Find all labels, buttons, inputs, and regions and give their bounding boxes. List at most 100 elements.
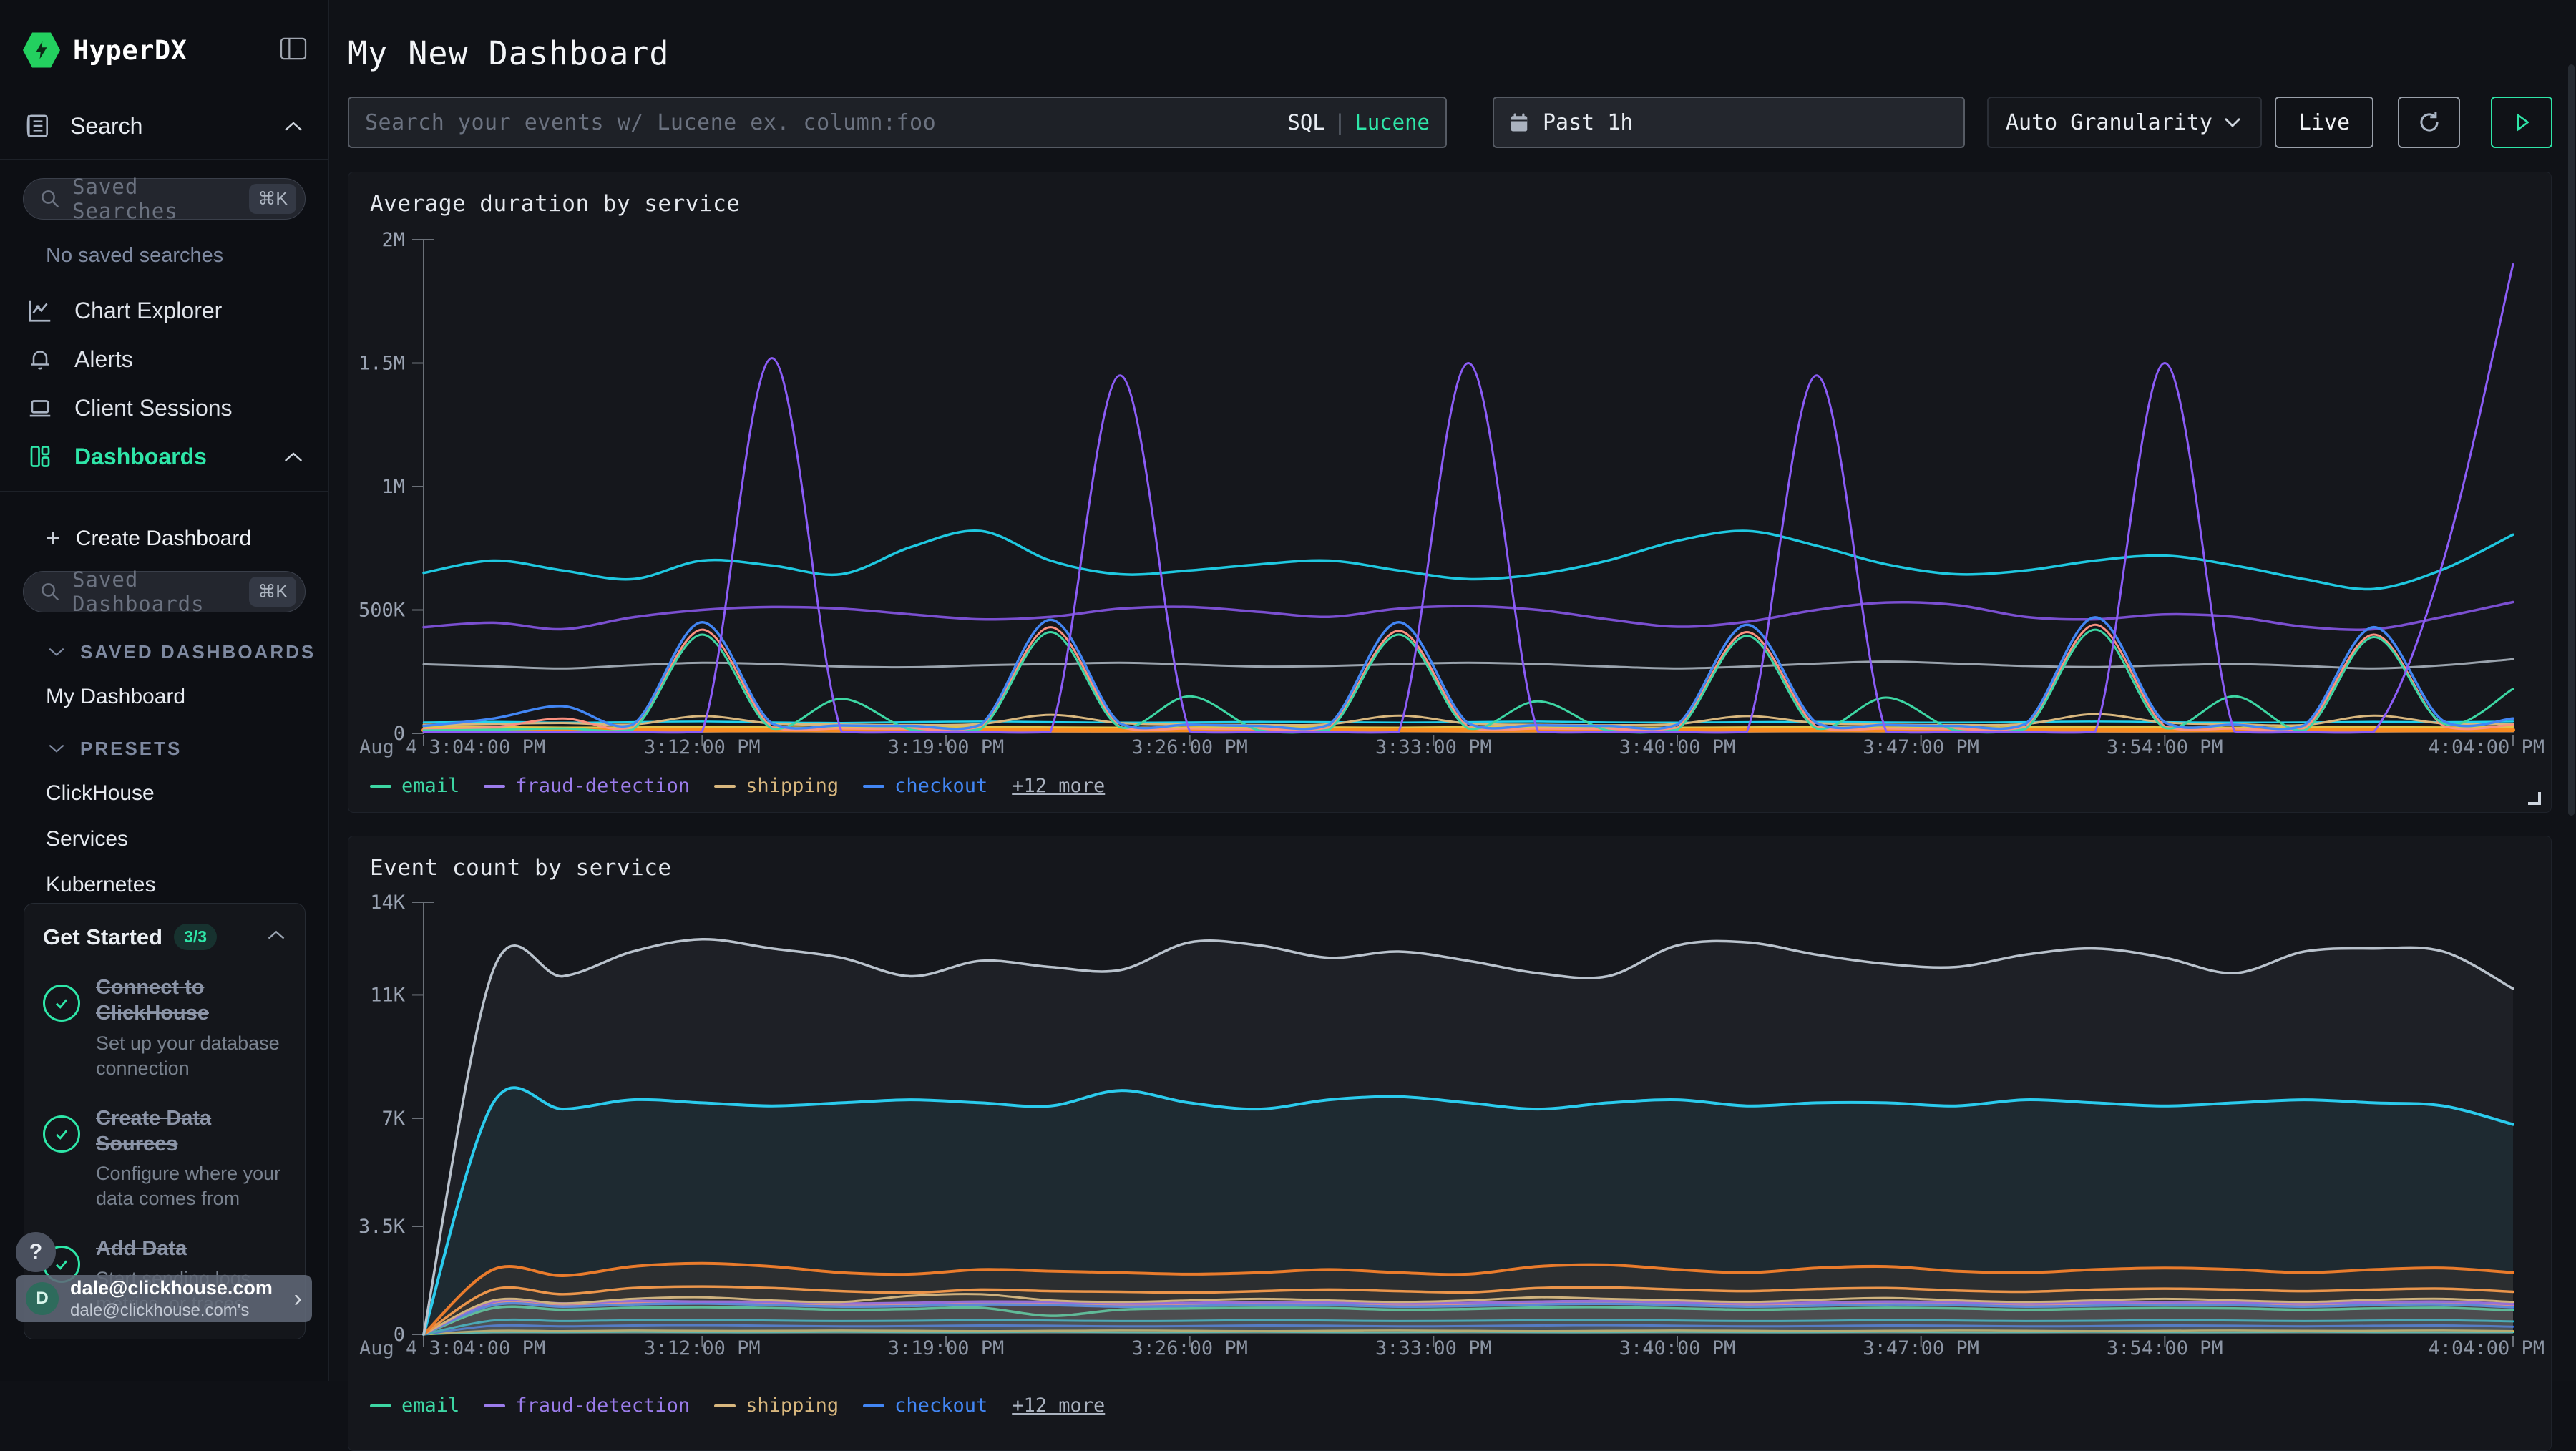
collapse-sidebar-icon[interactable] — [280, 36, 307, 64]
get-started-step[interactable]: Create Data Sources Configure where your… — [43, 1105, 286, 1212]
legend-swatch — [370, 785, 391, 788]
legend-item-shipping[interactable]: shipping — [714, 775, 839, 797]
svg-text:3:12:00 PM: 3:12:00 PM — [644, 736, 761, 758]
svg-text:3:12:00 PM: 3:12:00 PM — [644, 1337, 761, 1359]
svg-text:500K: 500K — [358, 600, 406, 622]
legend-more-link[interactable]: +12 more — [1012, 775, 1105, 797]
legend-swatch — [863, 1404, 884, 1407]
no-saved-searches-text: No saved searches — [0, 220, 328, 268]
average-duration-chart[interactable]: 0500K1M1.5M2MAug 4 3:04:00 PM3:12:00 PM3… — [348, 218, 2552, 766]
svg-text:3.5K: 3.5K — [358, 1216, 406, 1238]
sidebar-item-label: Alerts — [74, 346, 133, 373]
series-email[interactable] — [424, 630, 2513, 733]
resize-handle[interactable] — [2528, 792, 2541, 805]
chart-title: Average duration by service — [348, 172, 2551, 217]
refresh-button[interactable] — [2398, 97, 2460, 148]
user-account-chip[interactable]: D dale@clickhouse.com dale@clickhouse.co… — [16, 1275, 312, 1322]
user-team: dale@clickhouse.com's — [70, 1301, 294, 1321]
svg-text:3:19:00 PM: 3:19:00 PM — [888, 736, 1005, 758]
group-title: PRESETS — [80, 738, 182, 760]
granularity-select[interactable]: Auto Granularity — [1987, 97, 2262, 148]
svg-text:11K: 11K — [370, 984, 406, 1006]
sidebar-item-my-dashboard[interactable]: My Dashboard — [0, 663, 328, 709]
legend-label: shipping — [746, 775, 839, 797]
saved-dashboards-input[interactable]: Saved Dashboards ⌘K — [23, 571, 306, 612]
svg-text:Aug 4 3:04:00 PM: Aug 4 3:04:00 PM — [359, 1337, 545, 1359]
time-range-picker[interactable]: Past 1h — [1493, 97, 1965, 148]
search-section-icon — [24, 112, 52, 140]
chart-panel-event-count: Event count by service 03.5K7K11K14KAug … — [348, 836, 2552, 1451]
sidebar-item-dashboards[interactable]: Dashboards — [0, 432, 328, 481]
search-icon — [39, 581, 61, 602]
sidebar-item-client-sessions[interactable]: Client Sessions — [0, 383, 328, 432]
svg-text:3:26:00 PM: 3:26:00 PM — [1131, 1337, 1248, 1359]
svg-text:2M: 2M — [381, 229, 405, 251]
svg-text:7K: 7K — [381, 1108, 405, 1130]
help-button[interactable]: ? — [16, 1232, 56, 1272]
legend-item-email[interactable]: email — [370, 1394, 459, 1417]
svg-text:3:40:00 PM: 3:40:00 PM — [1619, 1337, 1736, 1359]
lucene-toggle[interactable]: Lucene — [1355, 110, 1430, 135]
sidebar-item-services[interactable]: Services — [0, 806, 328, 851]
step-description: Set up your database connection — [96, 1031, 286, 1081]
get-started-card: Get Started 3/3 Connect to ClickHouse Se… — [24, 903, 306, 1339]
get-started-step[interactable]: Connect to ClickHouse Set up your databa… — [43, 974, 286, 1081]
saved-dashboards-group-header[interactable]: SAVED DASHBOARDS — [0, 612, 328, 663]
get-started-title: Get Started — [43, 924, 162, 950]
svg-text:Aug 4 3:04:00 PM: Aug 4 3:04:00 PM — [359, 736, 545, 758]
group-title: SAVED DASHBOARDS — [80, 641, 316, 663]
legend-item-fraud-detection[interactable]: fraud-detection — [484, 775, 690, 797]
saved-searches-input[interactable]: Saved Searches ⌘K — [23, 178, 306, 220]
saved-dashboards-placeholder: Saved Dashboards — [72, 567, 249, 616]
event-count-chart[interactable]: 03.5K7K11K14KAug 4 3:04:00 PM3:12:00 PM3… — [348, 882, 2552, 1383]
sidebar-item-search[interactable]: Search — [0, 103, 328, 149]
legend-swatch — [863, 785, 884, 788]
toggle-divider: | — [1334, 110, 1346, 135]
chart-legend: email fraud-detection shipping checkout +12 … — [348, 775, 2551, 797]
play-button[interactable] — [2491, 97, 2552, 148]
event-search-placeholder: Search your events w/ Lucene ex. column:… — [365, 110, 1287, 135]
legend-item-checkout[interactable]: checkout — [863, 1394, 987, 1417]
series-other-purple[interactable] — [424, 602, 2513, 630]
legend-swatch — [484, 1404, 505, 1407]
saved-searches-placeholder: Saved Searches — [72, 175, 249, 223]
search-icon — [39, 188, 61, 210]
sidebar-item-clickhouse[interactable]: ClickHouse — [0, 760, 328, 806]
legend-item-shipping[interactable]: shipping — [714, 1394, 839, 1417]
legend-label: shipping — [746, 1394, 839, 1417]
presets-group-header[interactable]: PRESETS — [0, 709, 328, 760]
refresh-icon — [2416, 109, 2443, 136]
svg-text:3:26:00 PM: 3:26:00 PM — [1131, 736, 1248, 758]
search-section-label: Search — [70, 113, 142, 140]
svg-text:3:47:00 PM: 3:47:00 PM — [1863, 1337, 1979, 1359]
chevron-up-icon[interactable] — [283, 444, 304, 470]
chevron-up-icon[interactable] — [266, 929, 286, 945]
sidebar-item-chart-explorer[interactable]: Chart Explorer — [0, 286, 328, 335]
create-dashboard-label: Create Dashboard — [76, 527, 251, 551]
sidebar-item-kubernetes[interactable]: Kubernetes — [0, 851, 328, 897]
series-other-cyan[interactable] — [424, 531, 2513, 590]
chart-legend: email fraud-detection shipping checkout +12 … — [348, 1394, 2551, 1417]
shortcut-badge: ⌘K — [249, 184, 296, 214]
chevron-up-icon[interactable] — [283, 113, 304, 140]
bell-icon — [24, 346, 56, 372]
sql-toggle[interactable]: SQL — [1287, 110, 1324, 135]
laptop-icon — [24, 394, 56, 421]
create-dashboard-button[interactable]: + Create Dashboard — [0, 492, 328, 552]
user-email: dale@clickhouse.com — [70, 1277, 294, 1299]
sidebar-item-label: Chart Explorer — [74, 298, 222, 324]
legend-more-link[interactable]: +12 more — [1012, 1394, 1105, 1417]
chevron-down-icon — [47, 738, 66, 760]
event-search-input[interactable]: Search your events w/ Lucene ex. column:… — [348, 97, 1447, 148]
sidebar: HyperDX Search Saved Searches ⌘K No save… — [0, 0, 329, 1381]
vertical-scrollbar[interactable] — [2568, 64, 2575, 816]
live-button[interactable]: Live — [2275, 97, 2373, 148]
sidebar-item-alerts[interactable]: Alerts — [0, 335, 328, 383]
legend-item-email[interactable]: email — [370, 775, 459, 797]
legend-item-checkout[interactable]: checkout — [863, 775, 987, 797]
legend-swatch — [484, 785, 505, 788]
legend-item-fraud-detection[interactable]: fraud-detection — [484, 1394, 690, 1417]
avatar: D — [26, 1282, 59, 1315]
svg-text:1M: 1M — [381, 476, 405, 498]
step-title: Connect to ClickHouse — [96, 974, 275, 1027]
